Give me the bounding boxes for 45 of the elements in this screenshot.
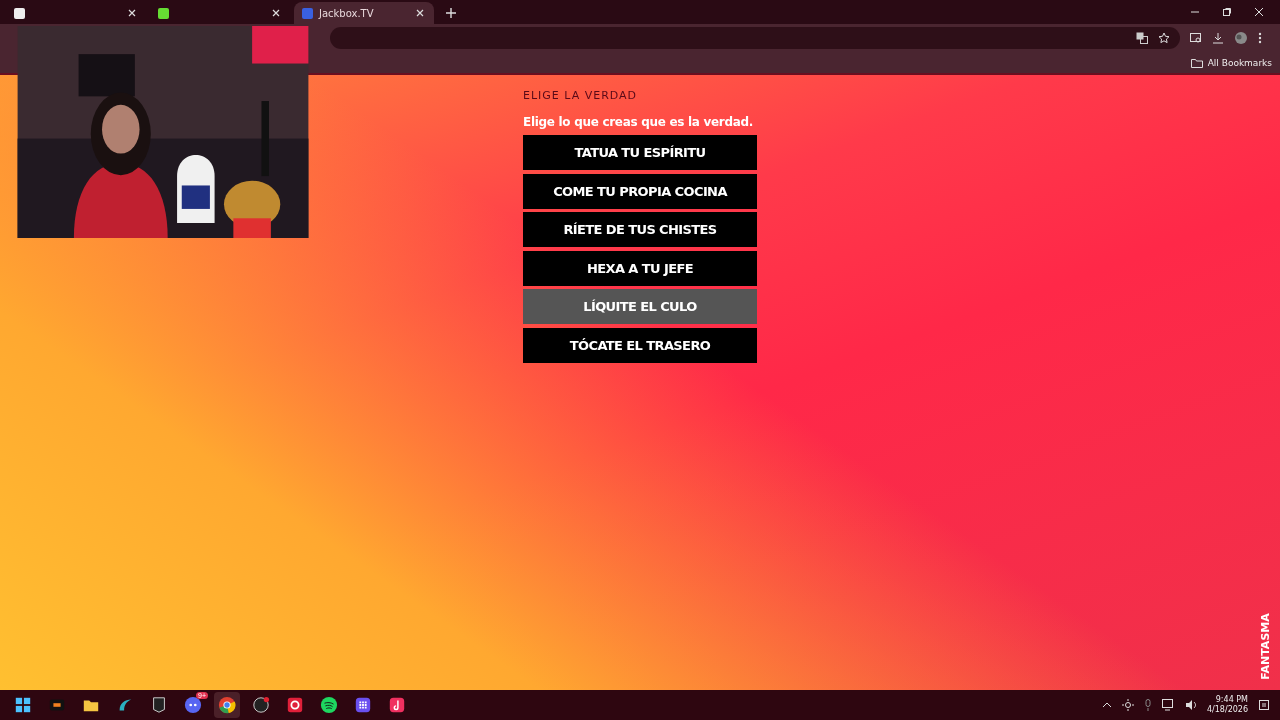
prompt-instruction: Elige lo que creas que es la verdad. (523, 115, 755, 129)
answer-button[interactable]: RÍETE DE TUS CHISTES (523, 212, 757, 247)
app-icon (320, 696, 338, 714)
close-icon[interactable] (270, 7, 282, 19)
new-tab-icon[interactable] (444, 6, 458, 20)
microphone-icon[interactable] (1143, 699, 1152, 711)
brightness-icon[interactable] (1121, 699, 1134, 711)
tab-title: Jackbox.TV (319, 7, 374, 19)
app-icon (218, 696, 236, 714)
search-tab-icon[interactable] (1190, 32, 1202, 44)
bookmark-folder[interactable]: All Bookmarks (1207, 57, 1272, 68)
prompt-heading: ELIGE LA VERDAD (523, 89, 639, 104)
profile-icon[interactable] (1234, 31, 1248, 45)
app-icon (184, 696, 202, 714)
app-icon (150, 696, 168, 714)
star-icon[interactable] (1158, 32, 1170, 44)
notification-icon[interactable] (1258, 699, 1270, 711)
app-icon (14, 696, 32, 714)
clock-date[interactable]: 4/18/2026 (1206, 705, 1248, 715)
clock-time[interactable]: 9:44 PM (1215, 695, 1248, 705)
taskbar-app[interactable] (214, 692, 240, 718)
restore-icon[interactable] (1222, 7, 1232, 17)
answer-button[interactable]: COME TU PROPIA COCINA (523, 173, 757, 209)
network-icon[interactable] (1161, 699, 1175, 711)
favicon-icon (302, 7, 313, 19)
favicon-icon (158, 7, 169, 19)
menu-icon[interactable] (1258, 32, 1262, 44)
folder-icon (1190, 57, 1203, 68)
close-icon[interactable] (414, 7, 426, 19)
app-icon (286, 696, 304, 714)
translate-icon[interactable] (1136, 32, 1148, 44)
browser-tab[interactable]: Jackbox.TV (294, 2, 434, 24)
app-icon (354, 696, 372, 714)
close-icon[interactable] (126, 7, 138, 19)
volume-icon[interactable] (1184, 699, 1197, 711)
answer-button[interactable]: TATUA TU ESPÍRITU (523, 135, 757, 170)
chevron-up-icon[interactable] (1101, 701, 1112, 709)
close-icon[interactable] (1254, 7, 1264, 17)
download-icon[interactable] (1212, 32, 1224, 44)
favicon-icon (14, 7, 25, 19)
answer-button[interactable]: TÓCATE EL TRASERO (523, 327, 757, 363)
app-icon (252, 696, 270, 714)
answer-button[interactable]: HEXA A TU JEFE (523, 250, 757, 286)
answer-button[interactable]: LÍQUITE EL CULO (523, 289, 757, 324)
app-icon (388, 696, 406, 714)
